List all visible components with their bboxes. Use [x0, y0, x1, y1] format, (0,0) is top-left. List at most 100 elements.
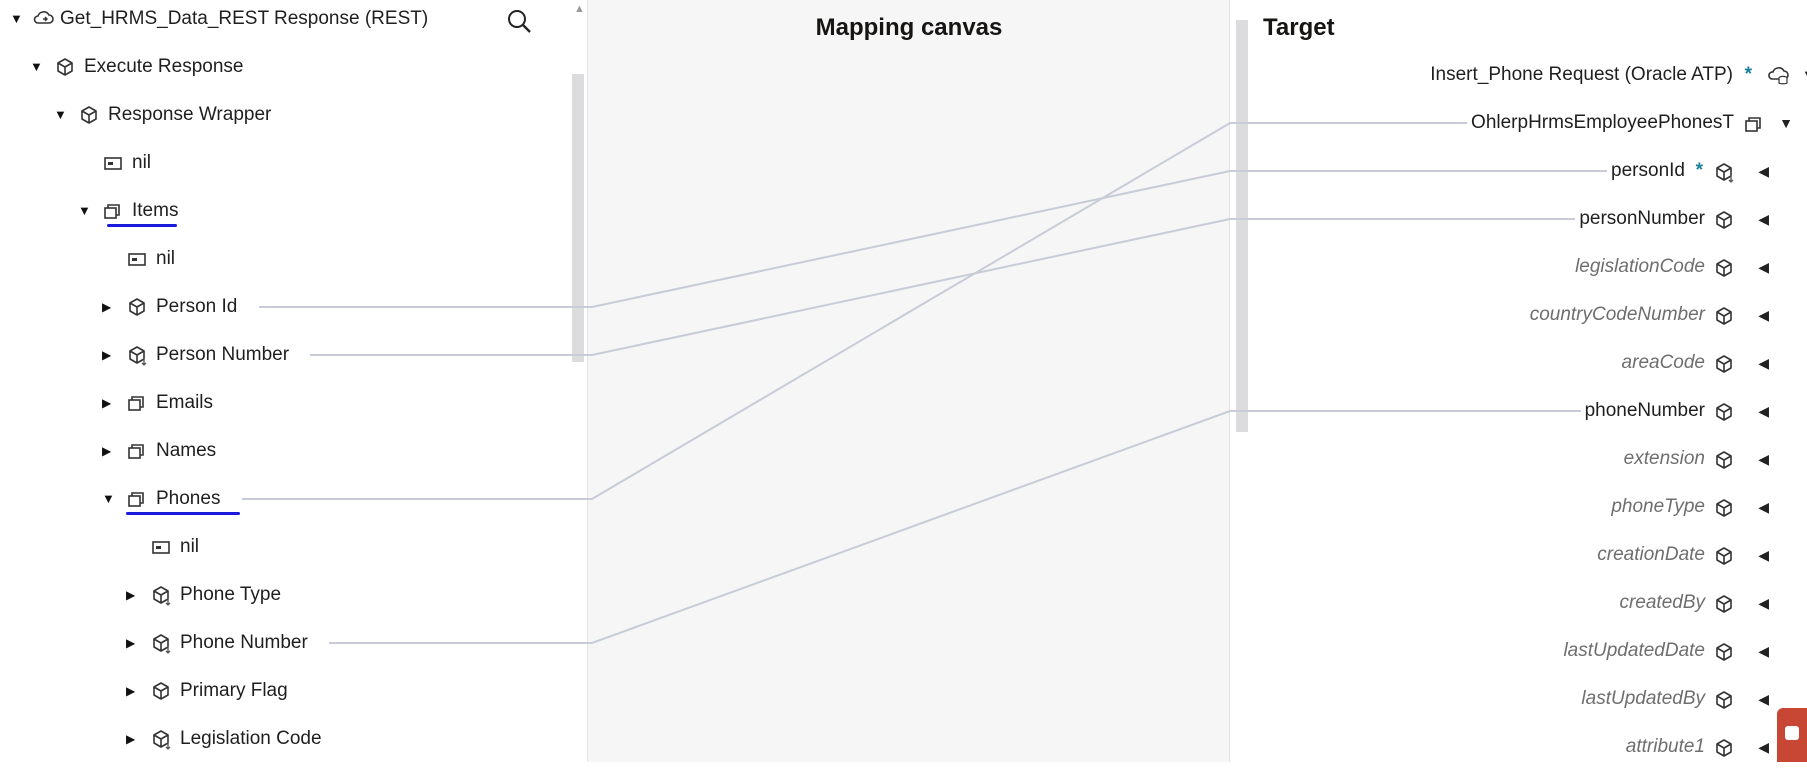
expand-left-toggle[interactable]: ◀: [1758, 396, 1769, 426]
expand-toggle[interactable]: ▶: [126, 676, 135, 706]
target-node-creationDate[interactable]: creationDate ◀: [1230, 540, 1807, 570]
target-node-legislationCode[interactable]: legislationCode ◀: [1230, 252, 1807, 282]
collection-icon: [126, 392, 148, 414]
node-label: Legislation Code: [180, 728, 322, 749]
expand-toggle[interactable]: ▶: [102, 436, 111, 466]
target-node-phoneNumber[interactable]: phoneNumber ◀: [1230, 396, 1807, 426]
chat-badge[interactable]: [1777, 708, 1807, 762]
source-node-response-wrapper[interactable]: ▼ Response Wrapper: [0, 100, 588, 130]
collapse-toggle[interactable]: ▼: [30, 52, 43, 82]
expand-toggle[interactable]: ▶: [102, 388, 111, 418]
chevron-down-icon[interactable]: ▼: [1802, 60, 1807, 90]
expand-toggle[interactable]: ▶: [126, 628, 135, 658]
target-node-personId[interactable]: personId * ◀: [1230, 156, 1807, 186]
source-pane: ▼ Get_HRMS_Data_REST Response (REST) ▲ ▼…: [0, 0, 588, 762]
source-node-primary-flag[interactable]: ▶ Primary Flag: [0, 676, 588, 706]
node-label: Person Number: [156, 344, 290, 365]
attribute-icon: [102, 152, 124, 174]
cube-icon: [1713, 689, 1735, 711]
expand-left-toggle[interactable]: ◀: [1758, 348, 1769, 378]
expand-left-toggle[interactable]: ◀: [1758, 252, 1769, 282]
expand-left-toggle[interactable]: ◀: [1758, 684, 1769, 714]
target-node-lastUpdatedDate[interactable]: lastUpdatedDate ◀: [1230, 636, 1807, 666]
expand-left-toggle[interactable]: ◀: [1758, 732, 1769, 762]
target-node-createdBy[interactable]: createdBy ◀: [1230, 588, 1807, 618]
cube-down-icon: [150, 584, 172, 606]
source-node-phone-number[interactable]: ▶ Phone Number: [0, 628, 588, 658]
source-node-emails[interactable]: ▶ Emails: [0, 388, 588, 418]
cube-icon: [1713, 641, 1735, 663]
node-label: nil: [156, 248, 176, 269]
expand-left-toggle[interactable]: ◀: [1758, 492, 1769, 522]
cube-icon: [1713, 545, 1735, 567]
node-label: Person Id: [156, 296, 238, 317]
target-node-areaCode[interactable]: areaCode ◀: [1230, 348, 1807, 378]
source-node-nil[interactable]: nil: [0, 532, 588, 562]
node-label: attribute1: [1625, 736, 1705, 757]
expand-toggle[interactable]: ▶: [102, 340, 111, 370]
target-node-personNumber[interactable]: personNumber ◀: [1230, 204, 1807, 234]
source-node-names[interactable]: ▶ Names: [0, 436, 588, 466]
source-node-legislation-code[interactable]: ▶ Legislation Code: [0, 724, 588, 754]
node-label: legislationCode: [1575, 256, 1705, 277]
node-label: personId: [1611, 160, 1685, 181]
source-node-person-id[interactable]: ▶ Person Id: [0, 292, 588, 322]
target-node-countryCodeNumber[interactable]: countryCodeNumber ◀: [1230, 300, 1807, 330]
collection-icon: [102, 200, 124, 222]
expand-left-toggle[interactable]: ◀: [1758, 540, 1769, 570]
source-node-nil[interactable]: nil: [0, 148, 588, 178]
node-label: lastUpdatedDate: [1563, 640, 1705, 661]
expand-toggle[interactable]: ▶: [126, 580, 135, 610]
items-annotation-underline: [107, 224, 177, 227]
source-node-person-number[interactable]: ▶ Person Number: [0, 340, 588, 370]
search-icon[interactable]: [506, 8, 532, 39]
node-label: Execute Response: [84, 56, 244, 77]
cube-icon: [1713, 593, 1735, 615]
cube-icon: [1713, 497, 1735, 519]
node-label: Names: [156, 440, 217, 461]
mapping-canvas: Mapping canvas: [588, 0, 1230, 762]
target-root-row[interactable]: Insert_Phone Request (Oracle ATP) * ▼: [1230, 60, 1807, 90]
cube-down-icon: [1713, 161, 1735, 183]
target-node-OhlerpHrmsEmployeePhonesT[interactable]: OhlerpHrmsEmployeePhonesT ▼: [1230, 108, 1807, 138]
source-node-nil[interactable]: nil: [0, 244, 588, 274]
cube-down-icon: [150, 632, 172, 654]
expand-left-toggle[interactable]: ◀: [1758, 588, 1769, 618]
target-node-extension[interactable]: extension ◀: [1230, 444, 1807, 474]
cube-icon: [126, 296, 148, 318]
target-node-attribute1[interactable]: attribute1 ◀: [1230, 732, 1807, 762]
source-node-items[interactable]: ▼ Items: [0, 196, 588, 226]
expand-left-toggle[interactable]: ◀: [1758, 204, 1769, 234]
collapse-toggle[interactable]: ▼: [78, 196, 91, 226]
collapse-toggle[interactable]: ▼: [54, 100, 67, 130]
target-node-lastUpdatedBy[interactable]: lastUpdatedBy ◀: [1230, 684, 1807, 714]
target-node-phoneType[interactable]: phoneType ◀: [1230, 492, 1807, 522]
expand-toggle[interactable]: ▶: [126, 724, 135, 754]
source-node-phones[interactable]: ▼ Phones: [0, 484, 588, 514]
node-label: extension: [1623, 448, 1705, 469]
expand-left-toggle[interactable]: ◀: [1758, 636, 1769, 666]
source-node-phone-type[interactable]: ▶ Phone Type: [0, 580, 588, 610]
collection-icon: [126, 440, 148, 462]
node-label: nil: [132, 152, 152, 173]
node-label: OhlerpHrmsEmployeePhonesT: [1471, 112, 1734, 133]
collapse-toggle[interactable]: ▼: [1779, 108, 1793, 138]
expand-left-toggle[interactable]: ◀: [1758, 156, 1769, 186]
cube-icon: [1713, 209, 1735, 231]
source-node-execute-response[interactable]: ▼ Execute Response: [0, 52, 588, 82]
expand-left-toggle[interactable]: ◀: [1758, 444, 1769, 474]
node-label: Items: [132, 200, 179, 221]
cube-icon: [54, 56, 76, 78]
scroll-up-arrow[interactable]: ▲: [574, 0, 585, 24]
expand-toggle[interactable]: ▶: [102, 292, 111, 322]
node-label: Phone Type: [180, 584, 282, 605]
node-label: Phone Number: [180, 632, 308, 653]
collapse-toggle[interactable]: ▼: [102, 484, 115, 514]
collapse-toggle[interactable]: ▼: [10, 4, 23, 34]
cube-icon: [1713, 257, 1735, 279]
target-pane: Target Insert_Phone Request (Oracle ATP)…: [1230, 0, 1807, 762]
cube-icon: [1713, 449, 1735, 471]
expand-left-toggle[interactable]: ◀: [1758, 300, 1769, 330]
cube-icon: [1713, 401, 1735, 423]
required-marker: *: [1744, 64, 1752, 85]
